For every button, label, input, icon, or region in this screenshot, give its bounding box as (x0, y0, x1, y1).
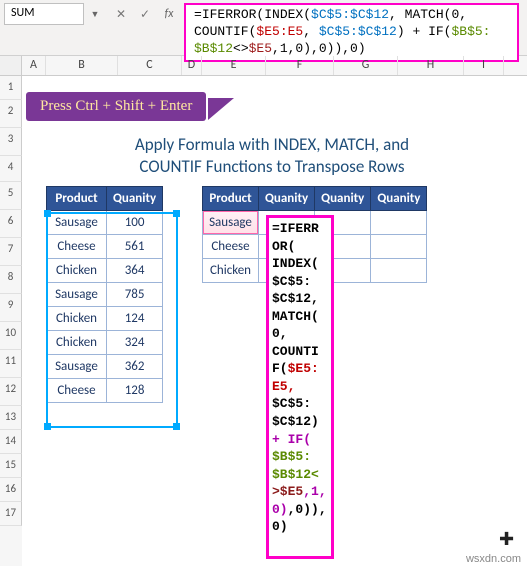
formula-bar-row: SUM ▼ ✕ ✓ fx =IFERROR(INDEX($C$5:$C$12, … (0, 0, 527, 56)
col-header-f[interactable]: F (266, 56, 334, 75)
table-row[interactable]: Cheese128 (47, 379, 163, 403)
table-cell[interactable]: Sausage (47, 355, 107, 379)
table-cell[interactable] (371, 259, 427, 283)
col-header-h[interactable]: H (398, 56, 464, 75)
row-header-4[interactable]: 4 (0, 156, 22, 182)
col-header-i[interactable]: I (464, 56, 504, 75)
table-cell[interactable]: 362 (107, 355, 163, 379)
fx-icon[interactable]: fx (158, 3, 180, 25)
select-all-corner[interactable] (0, 56, 22, 75)
row-header-8[interactable]: 8 (0, 266, 22, 294)
callout-tail-icon (208, 98, 234, 120)
table-cell[interactable]: 561 (107, 235, 163, 259)
col-header-e[interactable]: E (202, 56, 266, 75)
table2-header-2: Quanity (315, 187, 371, 211)
source-table: Product Quanity Sausage100Cheese561Chick… (46, 186, 163, 403)
row-headers: 1234567891011121314151617 (0, 76, 22, 566)
row-header-5[interactable]: 5 (0, 182, 22, 210)
table-cell[interactable]: 128 (107, 379, 163, 403)
table-cell[interactable]: Sausage (47, 211, 107, 235)
table-row[interactable]: Sausage362 (47, 355, 163, 379)
table-cell[interactable]: Chicken (47, 307, 107, 331)
row-header-3[interactable]: 3 (0, 128, 22, 156)
col-header-d[interactable]: D (182, 56, 202, 75)
row-header-6[interactable]: 6 (0, 210, 22, 238)
table-cell[interactable] (371, 235, 427, 259)
column-headers: A B C D E F G H I (0, 56, 527, 76)
table-row[interactable]: Chicken124 (47, 307, 163, 331)
row-header-10[interactable]: 10 (0, 322, 22, 350)
table-cell[interactable]: 100 (107, 211, 163, 235)
table-cell[interactable]: 324 (107, 331, 163, 355)
grid[interactable]: Press Ctrl + Shift + Enter Apply Formula… (22, 76, 527, 566)
cancel-icon[interactable]: ✕ (110, 3, 132, 25)
table-cell[interactable]: Sausage (203, 211, 259, 235)
col-header-c[interactable]: C (118, 56, 182, 75)
callout-tooltip: Press Ctrl + Shift + Enter (26, 92, 206, 121)
row-header-14[interactable]: 14 (0, 430, 22, 454)
table-cell[interactable] (371, 211, 427, 235)
watermark: wsxdn.com (466, 553, 521, 565)
row-header-7[interactable]: 7 (0, 238, 22, 266)
table-cell[interactable]: Sausage (47, 283, 107, 307)
table-cell[interactable]: Chicken (203, 259, 259, 283)
formula-bar[interactable]: =IFERROR(INDEX($C$5:$C$12, MATCH(0, COUN… (184, 3, 519, 62)
table-cell[interactable]: 785 (107, 283, 163, 307)
row-header-11[interactable]: 11 (0, 350, 22, 378)
table-cell[interactable]: Cheese (203, 235, 259, 259)
table-cell[interactable]: Chicken (47, 259, 107, 283)
page-title: Apply Formula with INDEX, MATCH, and COU… (72, 134, 472, 178)
row-header-2[interactable]: 2 (0, 100, 22, 128)
table2-header-0: Product (203, 187, 259, 211)
table-cell[interactable]: 364 (107, 259, 163, 283)
name-box-dropdown-icon[interactable]: ▼ (88, 3, 102, 25)
col-header-b[interactable]: B (46, 56, 118, 75)
table-row[interactable]: Chicken324 (47, 331, 163, 355)
table-cell[interactable]: Chicken (47, 331, 107, 355)
table-cell[interactable]: Cheese (47, 379, 107, 403)
row-header-17[interactable]: 17 (0, 502, 22, 526)
col-header-g[interactable]: G (334, 56, 398, 75)
table2-header-1: Quanity (259, 187, 315, 211)
table1-header-quantity: Quanity (107, 187, 163, 211)
table-row[interactable]: Sausage785 (47, 283, 163, 307)
row-header-12[interactable]: 12 (0, 378, 22, 406)
table1-header-product: Product (47, 187, 107, 211)
active-cell-formula-overflow[interactable]: =IFERR OR( INDEX( $C$5: $C$12, MATCH( 0,… (266, 215, 334, 559)
table-row[interactable]: Chicken364 (47, 259, 163, 283)
table-row[interactable]: Cheese561 (47, 235, 163, 259)
table2-header-3: Quanity (371, 187, 427, 211)
col-header-a[interactable]: A (22, 56, 46, 75)
row-header-13[interactable]: 13 (0, 406, 22, 430)
row-header-15[interactable]: 15 (0, 454, 22, 478)
table-row[interactable]: Sausage100 (47, 211, 163, 235)
enter-icon[interactable]: ✓ (134, 3, 156, 25)
formula-bar-buttons: ✕ ✓ fx (110, 3, 180, 25)
table-cell[interactable]: 124 (107, 307, 163, 331)
table-cell[interactable]: Cheese (47, 235, 107, 259)
cursor-icon: ✚ (499, 528, 514, 550)
row-header-1[interactable]: 1 (0, 76, 22, 100)
name-box[interactable]: SUM (4, 3, 84, 25)
row-header-16[interactable]: 16 (0, 478, 22, 502)
row-header-9[interactable]: 9 (0, 294, 22, 322)
